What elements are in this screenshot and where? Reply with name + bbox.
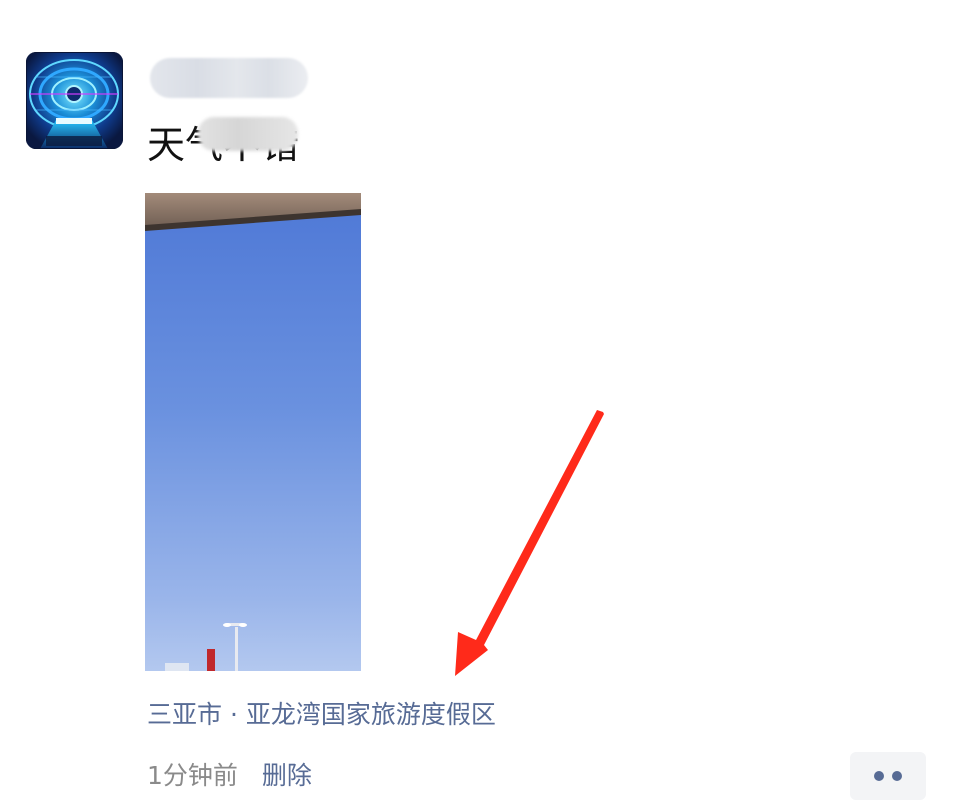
location-link[interactable]: 三亚市 · 亚龙湾国家旅游度假区 bbox=[147, 698, 496, 732]
more-options-icon bbox=[892, 771, 902, 781]
post-time: 1分钟前 bbox=[147, 761, 238, 790]
more-options-icon bbox=[874, 771, 884, 781]
more-options-button[interactable] bbox=[850, 752, 926, 800]
moments-post: 天气不错 bbox=[0, 0, 954, 800]
red-arrow-annotation bbox=[455, 410, 604, 676]
post-meta-row: 1分钟前 删除 bbox=[147, 758, 312, 794]
delete-button[interactable]: 删除 bbox=[262, 761, 312, 790]
